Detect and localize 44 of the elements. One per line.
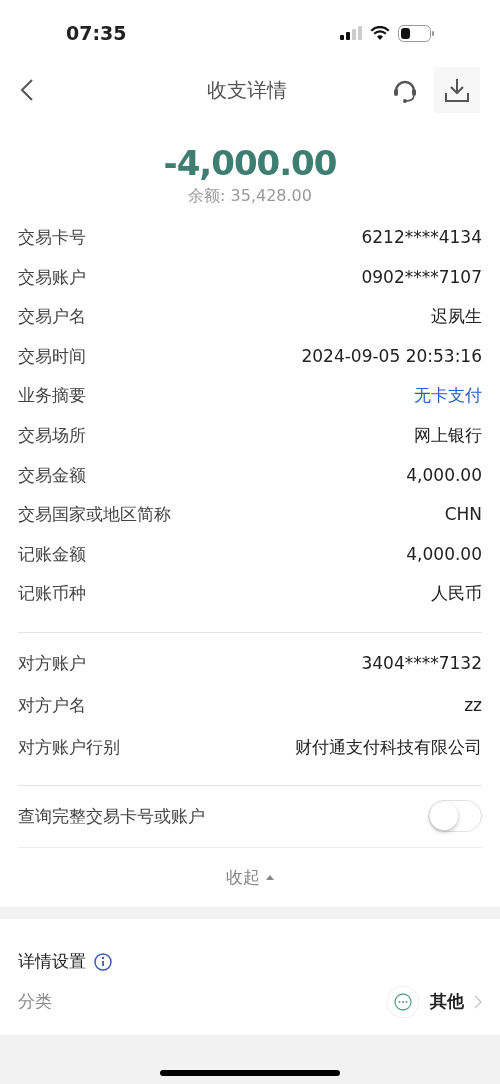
detail-value: 6212****4134 (361, 226, 482, 250)
signal-icon (340, 26, 362, 40)
detail-label: 记账金额 (18, 542, 86, 566)
detail-value: 迟夙生 (431, 305, 482, 329)
detail-value: CHN (444, 503, 482, 527)
detail-label: 交易国家或地区简称 (18, 503, 171, 527)
detail-label: 交易户名 (18, 305, 86, 329)
detail-value: 0902****7107 (361, 265, 482, 289)
transaction-amount: -4,000.00 (163, 142, 337, 184)
detail-label: 对方户名 (18, 694, 86, 718)
download-icon[interactable] (434, 67, 480, 113)
detail-label: 业务摘要 (18, 384, 86, 408)
toggle-switch[interactable] (428, 800, 482, 833)
collapse-button[interactable]: 收起 (226, 864, 274, 891)
detail-label: 对方账户 (18, 652, 86, 676)
detail-label: 交易时间 (18, 344, 86, 368)
page-title: 收支详情 (207, 77, 287, 104)
detail-value: zz (464, 694, 482, 718)
detail-label: 交易场所 (18, 424, 86, 447)
detail-value: 2024-09-05 20:53:16 (301, 344, 482, 368)
section-title: 详情设置 (18, 950, 86, 974)
detail-label: 交易账户 (18, 265, 86, 289)
toggle-label: 查询完整交易卡号或账户 (18, 804, 205, 828)
wifi-icon (370, 25, 390, 41)
detail-label: 交易金额 (18, 463, 86, 487)
detail-label: 记账币种 (18, 582, 86, 606)
detail-link[interactable]: 无卡支付 (414, 383, 482, 409)
status-time: 07:35 (66, 20, 127, 46)
detail-value: 4,000.00 (406, 463, 482, 487)
caret-up-icon (266, 874, 274, 880)
detail-value: 财付通支付科技有限公司 (295, 736, 482, 760)
detail-value: 4,000.00 (406, 542, 482, 566)
detail-value: 人民币 (431, 582, 482, 606)
category-label: 分类 (18, 990, 52, 1014)
detail-label: 交易卡号 (18, 226, 86, 250)
detail-label: 对方账户行别 (18, 736, 120, 760)
detail-value: 网上银行 (414, 424, 482, 447)
detail-value: 3404****7132 (361, 652, 482, 676)
balance-text: 余额: 35,428.00 (188, 185, 312, 207)
category-selector[interactable]: 其他 (386, 984, 482, 1019)
more-dots-icon (386, 984, 420, 1019)
battery-icon (398, 24, 434, 42)
info-icon[interactable] (94, 952, 112, 971)
chevron-right-icon (474, 994, 482, 1009)
